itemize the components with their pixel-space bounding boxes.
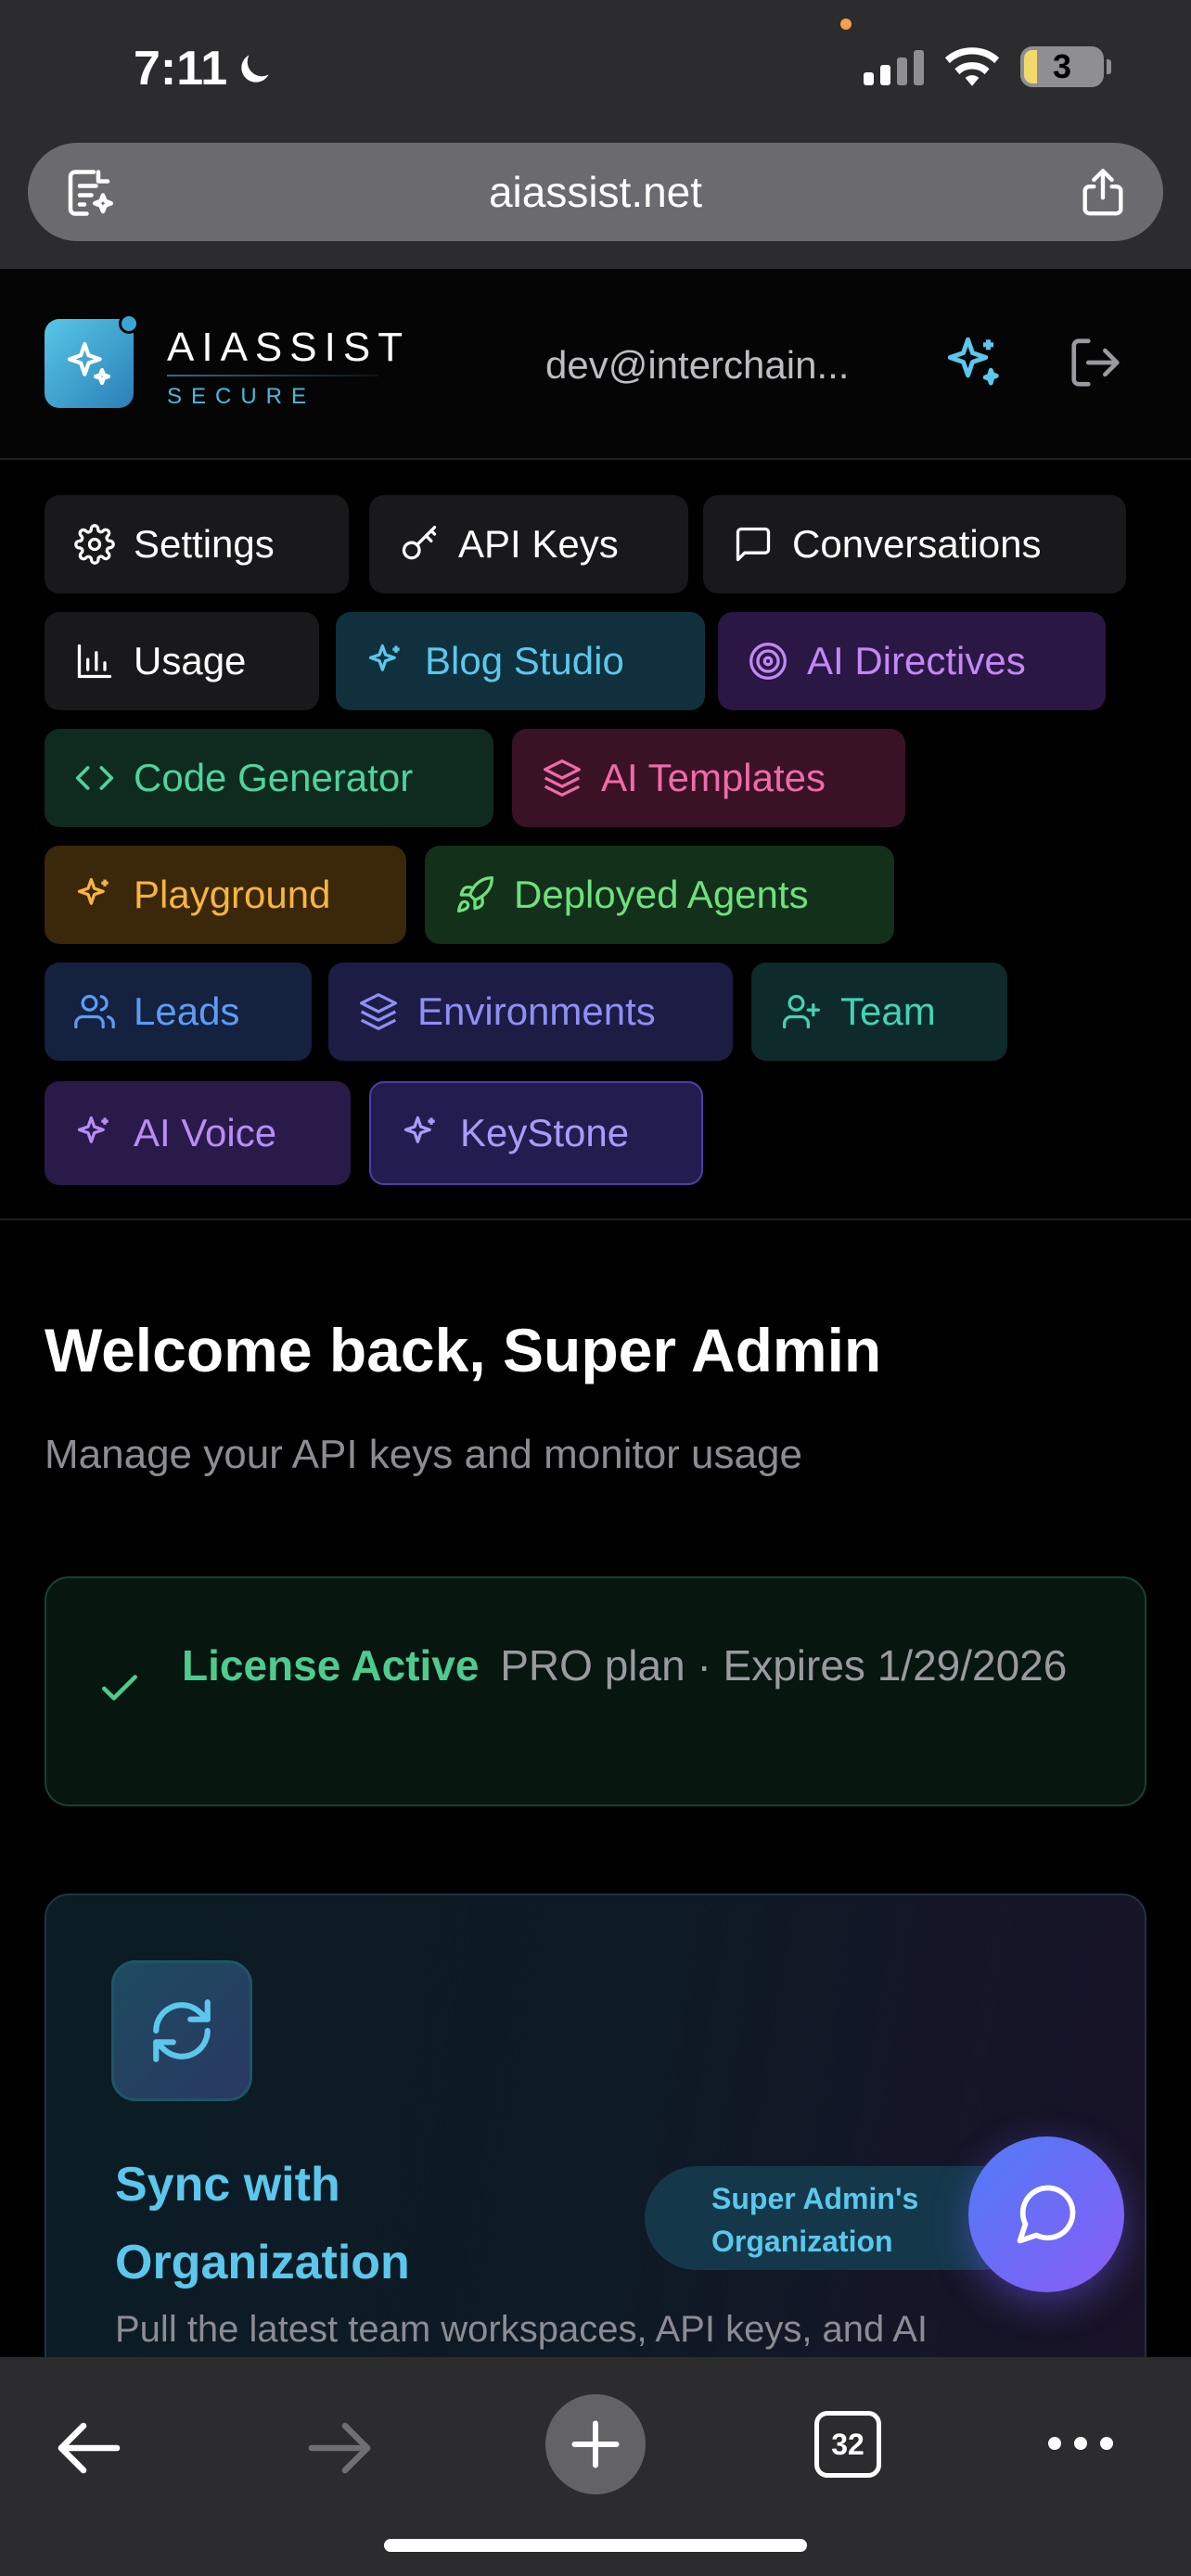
sparkles-icon bbox=[77, 877, 109, 905]
brand-underline bbox=[167, 375, 378, 376]
sync-icon-box bbox=[111, 1960, 252, 2101]
nav-usage[interactable]: Usage bbox=[45, 612, 319, 710]
nav-team[interactable]: Team bbox=[751, 963, 1007, 1061]
nav-api-keys[interactable]: API Keys bbox=[369, 495, 688, 593]
cellular-signal-icon bbox=[864, 48, 924, 85]
key-icon bbox=[402, 526, 437, 560]
rocket-icon bbox=[456, 876, 493, 913]
url-text: aiassist.net bbox=[488, 168, 703, 216]
sparkles-icon bbox=[77, 1116, 109, 1143]
target-icon bbox=[749, 643, 787, 680]
new-tab-button[interactable] bbox=[545, 2394, 646, 2494]
bar-chart-icon bbox=[77, 644, 112, 679]
sparkles-icon bbox=[368, 644, 400, 671]
gear-icon bbox=[74, 524, 115, 565]
brand-subtitle: SECURE bbox=[167, 384, 316, 409]
nav-ai-directives[interactable]: AI Directives bbox=[718, 612, 1106, 710]
nav-settings[interactable]: Settings bbox=[45, 495, 349, 593]
license-detail: PRO plan · Expires 1/29/2026 bbox=[500, 1641, 1068, 1690]
chat-button[interactable] bbox=[968, 2136, 1124, 2292]
check-icon bbox=[102, 1675, 137, 1701]
nav-deployed-agents[interactable]: Deployed Agents bbox=[425, 846, 894, 944]
status-time: 7:11 bbox=[134, 41, 275, 96]
tabs-button[interactable]: 32 bbox=[814, 2411, 881, 2478]
status-indicators: 3 bbox=[864, 46, 1111, 87]
layers-icon bbox=[360, 993, 397, 1030]
license-status-card: License Active PRO plan · Expires 1/29/2… bbox=[45, 1576, 1146, 1806]
layers-icon bbox=[544, 759, 581, 797]
sync-title: Sync with Organization bbox=[115, 2158, 410, 2289]
nav-ai-voice[interactable]: AI Voice bbox=[45, 1081, 351, 1185]
license-text: License Active PRO plan · Expires 1/29/2… bbox=[182, 1632, 1109, 1699]
refresh-icon bbox=[153, 1999, 211, 2062]
page-sparkle-icon[interactable] bbox=[61, 165, 117, 221]
sparkles-icon bbox=[403, 1116, 435, 1143]
message-square-icon bbox=[736, 527, 771, 562]
page-title: Welcome back, Super Admin bbox=[45, 1316, 882, 1384]
section-divider bbox=[0, 1218, 1191, 1220]
code-icon bbox=[75, 766, 114, 790]
nav-environments[interactable]: Environments bbox=[328, 963, 733, 1061]
nav-blog-studio[interactable]: Blog Studio bbox=[336, 612, 705, 710]
moon-icon bbox=[241, 55, 269, 83]
battery-icon: 3 bbox=[1020, 46, 1111, 87]
logo-sparkles-icon bbox=[67, 341, 111, 386]
nav-keystone[interactable]: KeyStone bbox=[369, 1081, 703, 1185]
nav-code-generator[interactable]: Code Generator bbox=[45, 729, 493, 827]
wifi-icon bbox=[944, 47, 1000, 86]
user-plus-icon bbox=[783, 994, 820, 1029]
chat-bubble-icon bbox=[1017, 2185, 1076, 2244]
brand: AIASSIST SECURE bbox=[167, 325, 410, 410]
app-header: AIASSIST SECURE dev@interchain... bbox=[0, 269, 1191, 460]
back-arrow-icon[interactable] bbox=[56, 2420, 122, 2476]
home-indicator bbox=[384, 2539, 807, 2552]
brand-name: AIASSIST bbox=[167, 325, 411, 370]
address-bar[interactable]: aiassist.net bbox=[28, 143, 1163, 241]
forward-arrow-icon[interactable] bbox=[306, 2420, 373, 2476]
nav-conversations[interactable]: Conversations bbox=[703, 495, 1126, 593]
privacy-indicator-dot bbox=[840, 19, 852, 30]
nav-playground[interactable]: Playground bbox=[45, 846, 406, 944]
app-logo[interactable] bbox=[45, 313, 139, 408]
share-icon[interactable] bbox=[1076, 163, 1130, 219]
sparkles-icon[interactable] bbox=[942, 332, 1004, 393]
nav-leads[interactable]: Leads bbox=[45, 963, 312, 1061]
license-status: License Active bbox=[182, 1641, 480, 1690]
logout-icon[interactable] bbox=[1067, 334, 1124, 391]
browser-top-chrome: 7:11 3 aiassist.net bbox=[0, 0, 1191, 269]
users-icon bbox=[74, 994, 115, 1029]
logo-status-dot bbox=[119, 313, 139, 334]
user-email[interactable]: dev@interchain... bbox=[545, 343, 849, 388]
page-subtitle: Manage your API keys and monitor usage bbox=[45, 1432, 802, 1477]
more-options-icon[interactable] bbox=[1048, 2437, 1113, 2450]
sync-description: Pull the latest team workspaces, API key… bbox=[115, 2309, 928, 2350]
plus-icon bbox=[571, 2420, 620, 2468]
nav-ai-templates[interactable]: AI Templates bbox=[512, 729, 905, 827]
